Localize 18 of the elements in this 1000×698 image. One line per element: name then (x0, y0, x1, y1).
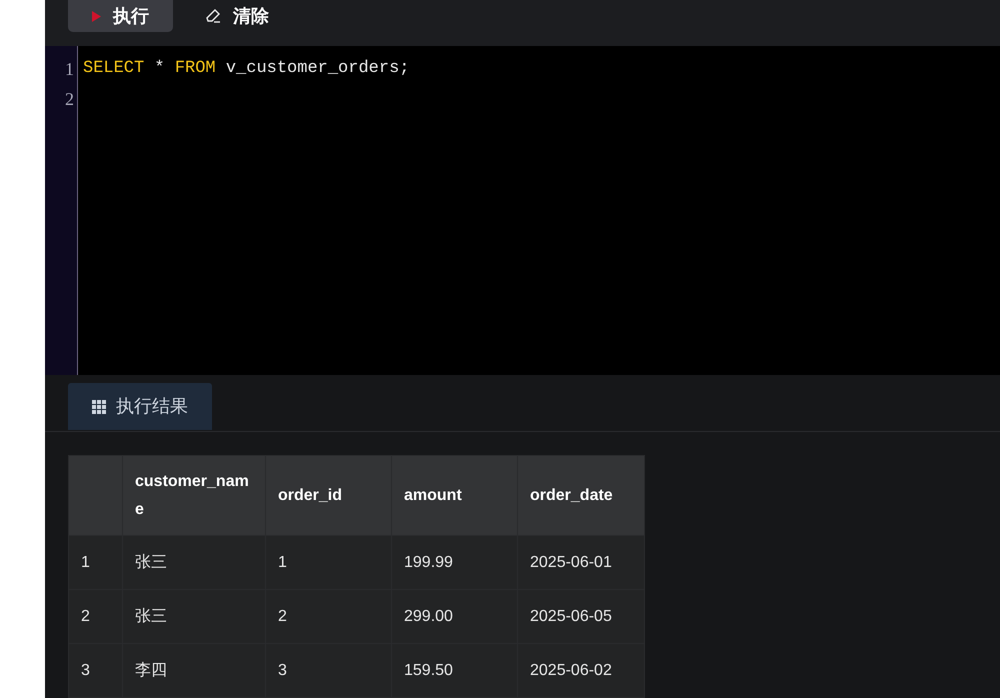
table-cell: 159.50 (392, 644, 518, 698)
clear-button[interactable]: 清除 (181, 0, 293, 32)
row-number: 3 (68, 644, 122, 698)
line-number: 2 (65, 88, 74, 112)
code-editor[interactable]: 1 2 SELECT * FROM v_customer_orders; (45, 46, 1000, 375)
results-tab[interactable]: 执行结果 (68, 383, 212, 430)
table-cell: 2025-06-02 (518, 644, 644, 698)
table-cell: 3 (266, 644, 392, 698)
sql-keyword: FROM (174, 59, 216, 78)
code-text: * (153, 59, 166, 78)
sql-keyword: SELECT (83, 59, 144, 78)
code-text: v_customer_orders; (224, 59, 410, 78)
table-cell: 李四 (122, 644, 266, 698)
run-button[interactable]: 执行 (68, 0, 173, 32)
pencil-icon (205, 8, 221, 24)
grid-icon (92, 400, 106, 414)
line-number: 1 (65, 58, 74, 82)
play-icon (92, 10, 101, 22)
